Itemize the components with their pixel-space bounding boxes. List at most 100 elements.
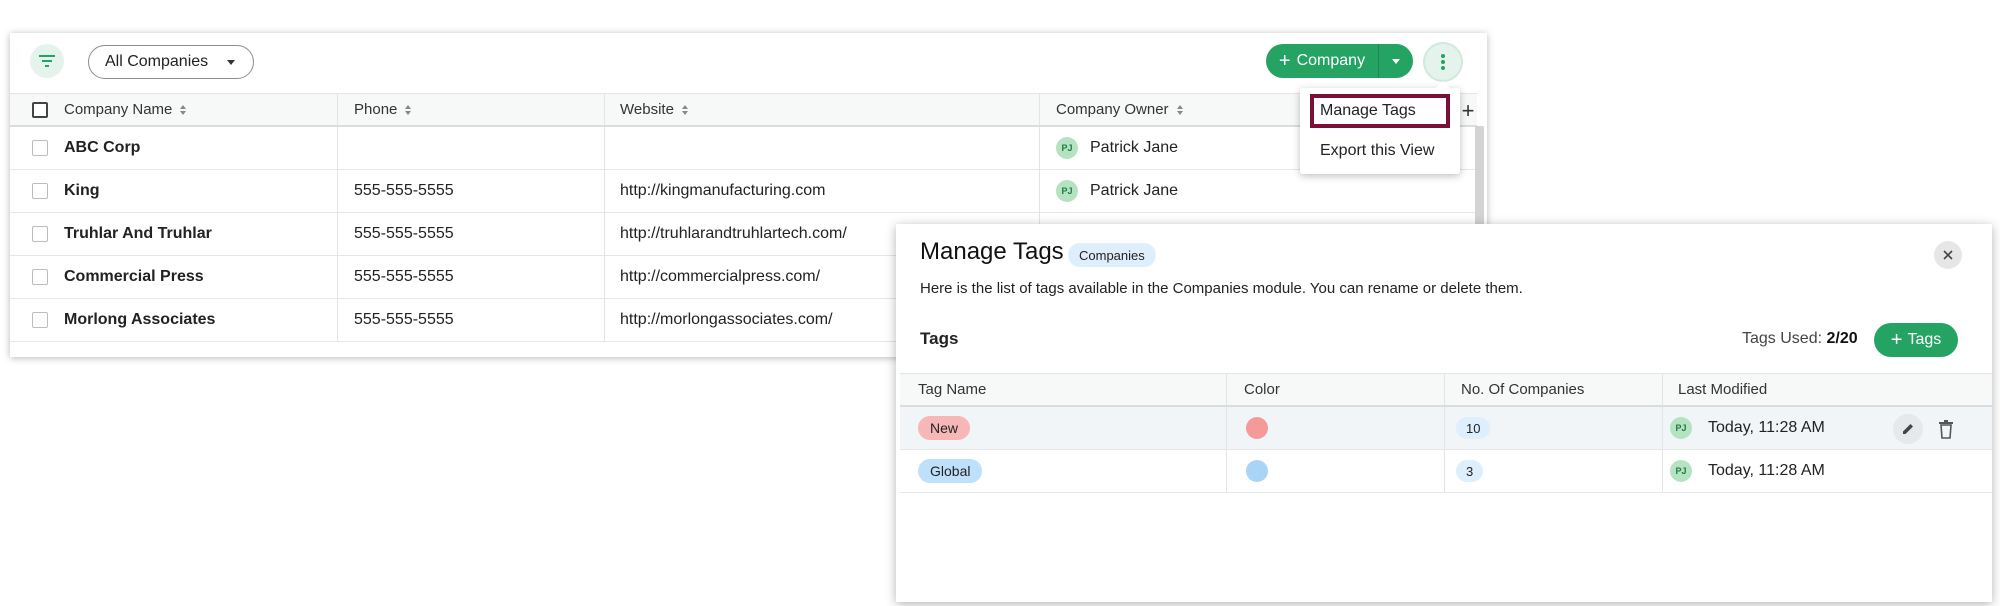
add-company-label: Company	[1296, 52, 1366, 69]
module-chip: Companies	[1068, 243, 1156, 267]
column-divider	[604, 299, 605, 341]
table-row[interactable]: King 555-555-5555 http://kingmanufacturi…	[10, 170, 1477, 213]
column-label: Company Owner	[1056, 101, 1169, 118]
column-header[interactable]: Company Owner	[1056, 94, 1183, 125]
column-divider	[1444, 450, 1445, 492]
sort-icon[interactable]	[681, 104, 688, 115]
column-label: Phone	[354, 101, 398, 118]
column-divider	[604, 170, 605, 212]
tags-used-value: 2/20	[1826, 330, 1858, 347]
tags-used: Tags Used: 2/20	[1742, 330, 1858, 348]
avatar: PJ	[1056, 137, 1078, 159]
row-checkbox[interactable]	[32, 183, 48, 199]
row-checkbox[interactable]	[32, 269, 48, 285]
column-header[interactable]: Website	[620, 94, 688, 125]
phone-cell: 555-555-5555	[354, 268, 454, 285]
column-label: Website	[620, 101, 674, 118]
tag-row[interactable]: New 10 PJ Today, 11:28 AM	[900, 407, 1992, 450]
column-label: Company Name	[64, 101, 173, 118]
delete-tag-button[interactable]	[1936, 417, 1956, 441]
pencil-icon	[1903, 424, 1913, 434]
avatar: PJ	[1056, 180, 1078, 202]
row-checkbox[interactable]	[32, 312, 48, 328]
column-divider	[337, 170, 338, 212]
column-divider	[1444, 407, 1445, 449]
column-divider	[1444, 374, 1445, 405]
website-cell[interactable]: http://kingmanufacturing.com	[620, 170, 825, 212]
column-divider	[1039, 170, 1040, 212]
add-tags-button[interactable]: + Tags	[1874, 323, 1958, 357]
company-name[interactable]: Truhlar And Truhlar	[64, 213, 212, 255]
row-checkbox[interactable]	[32, 140, 48, 156]
company-name[interactable]: Commercial Press	[64, 256, 204, 298]
companies-count: 3	[1456, 460, 1484, 482]
tag-color-swatch[interactable]	[1246, 417, 1268, 439]
owner-name: Patrick Jane	[1090, 139, 1179, 156]
table-header: Company Name Phone Website Company Owner…	[10, 93, 1477, 127]
last-modified: Today, 11:28 AM	[1708, 419, 1825, 436]
companies-count: 10	[1456, 417, 1491, 439]
company-name[interactable]: ABC Corp	[64, 127, 140, 169]
owner-name: Patrick Jane	[1090, 182, 1179, 199]
company-name[interactable]: King	[64, 170, 100, 212]
manage-tags-modal: Manage Tags Companies Here is the list o…	[896, 224, 1992, 602]
website-cell[interactable]: http://truhlarandtruhlartech.com/	[620, 213, 847, 255]
sort-icon[interactable]	[180, 104, 187, 115]
website-cell[interactable]: http://morlongassociates.com/	[620, 299, 833, 341]
website-cell[interactable]: http://commercialpress.com/	[620, 256, 820, 298]
select-all-checkbox[interactable]	[32, 101, 48, 118]
company-name[interactable]: Morlong Associates	[64, 299, 215, 341]
column-divider	[1039, 94, 1040, 125]
more-options-button[interactable]	[1425, 44, 1461, 80]
close-icon	[1943, 250, 1953, 260]
tag-name-pill[interactable]: Global	[918, 459, 983, 483]
more-options-menu: Manage Tags Export this View	[1300, 81, 1460, 174]
close-button[interactable]	[1934, 241, 1962, 269]
column-divider	[1662, 374, 1663, 405]
caret-down-icon	[227, 60, 235, 65]
column-divider	[337, 256, 338, 298]
tag-name-pill[interactable]: New	[918, 416, 971, 440]
column-divider	[604, 127, 605, 169]
add-company-dropdown-button[interactable]	[1379, 44, 1413, 78]
column-divider	[337, 213, 338, 255]
tag-row[interactable]: Global 3 PJ Today, 11:28 AM	[900, 450, 1992, 493]
filter-icon	[39, 55, 55, 67]
sort-icon[interactable]	[1176, 104, 1183, 115]
plus-icon: +	[1278, 50, 1291, 72]
menu-item-export-view[interactable]: Export this View	[1310, 134, 1450, 168]
sort-icon[interactable]	[405, 104, 412, 115]
modal-description: Here is the list of tags available in th…	[920, 280, 1523, 297]
avatar: PJ	[1670, 460, 1692, 482]
add-company-main[interactable]: + Company	[1266, 44, 1378, 78]
row-checkbox[interactable]	[32, 226, 48, 242]
trash-icon	[1939, 420, 1953, 439]
column-divider	[604, 213, 605, 255]
last-modified: Today, 11:28 AM	[1708, 462, 1825, 479]
column-divider	[604, 256, 605, 298]
add-column-icon[interactable]: +	[1458, 94, 1478, 128]
view-select[interactable]: All Companies	[88, 45, 254, 79]
column-divider	[1226, 407, 1227, 449]
phone-cell: 555-555-5555	[354, 182, 454, 199]
column-header[interactable]: Phone	[354, 94, 412, 125]
avatar: PJ	[1670, 417, 1692, 439]
add-company-button[interactable]: + Company	[1266, 44, 1413, 78]
filter-button[interactable]	[30, 44, 64, 78]
tags-table-header: Tag Name Color No. Of Companies Last Mod…	[900, 373, 1992, 407]
tag-color-swatch[interactable]	[1246, 460, 1268, 482]
column-divider	[1226, 374, 1227, 405]
column-divider	[1662, 407, 1663, 449]
column-label: No. Of Companies	[1461, 381, 1585, 398]
column-header[interactable]: Company Name	[64, 94, 187, 125]
column-divider	[1039, 127, 1040, 169]
edit-tag-button[interactable]	[1893, 414, 1923, 444]
kebab-icon	[1441, 54, 1445, 70]
plus-icon: +	[1890, 329, 1903, 351]
menu-item-manage-tags[interactable]: Manage Tags	[1310, 94, 1450, 128]
view-select-value: All Companies	[105, 53, 209, 70]
column-divider	[337, 127, 338, 169]
table-row[interactable]: ABC Corp PJ Patrick Jane	[10, 127, 1477, 170]
tags-table: Tag Name Color No. Of Companies Last Mod…	[900, 373, 1992, 493]
tags-heading: Tags	[920, 329, 959, 348]
